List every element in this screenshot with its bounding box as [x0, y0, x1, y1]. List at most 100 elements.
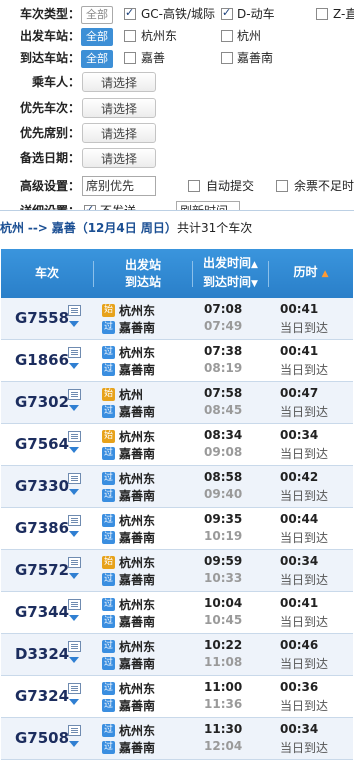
expand-arrow-icon[interactable]: [69, 321, 79, 327]
train-detail-icon[interactable]: [68, 683, 81, 694]
to-type-badge: 过: [102, 741, 115, 754]
train-number[interactable]: G7386: [15, 519, 69, 537]
departure-time: 10:04: [204, 596, 243, 610]
arrival-time: 10:45: [204, 613, 243, 627]
header-times[interactable]: 出发时间▲ 到达时间▼: [193, 249, 268, 298]
train-number[interactable]: G7324: [15, 687, 69, 705]
sort-up-icon[interactable]: ▲: [251, 260, 258, 270]
table-row[interactable]: G7564 始杭州东过嘉善南 08:34 09:08 00:34 当日到达: [1, 424, 353, 466]
train-detail-icon[interactable]: [68, 347, 81, 358]
table-row[interactable]: G1866 过杭州东过嘉善南 07:38 08:19 00:41 当日到达: [1, 340, 353, 382]
train-detail-icon[interactable]: [68, 725, 81, 736]
header-duration[interactable]: 历时 ▲: [269, 249, 353, 298]
train-number[interactable]: G1866: [15, 351, 69, 369]
expand-arrow-icon[interactable]: [69, 363, 79, 369]
train-number[interactable]: G7302: [15, 393, 69, 411]
passenger-row: 乘车人： 请选择: [0, 71, 354, 93]
to-type-badge: 过: [102, 657, 115, 670]
z-label: Z-直: [333, 7, 354, 21]
table-row[interactable]: G7508 过杭州东过嘉善南 11:30 12:04 00:34 当日到达: [1, 718, 353, 760]
to-js-checkbox[interactable]: [124, 52, 136, 64]
table-row[interactable]: G7558 始杭州东过嘉善南 07:08 07:49 00:41 当日到达: [1, 298, 353, 340]
train-detail-icon[interactable]: [68, 305, 81, 316]
to-station: 嘉善南: [119, 573, 156, 587]
to-all-button[interactable]: 全部: [81, 50, 113, 68]
arrival-day: 当日到达: [280, 321, 329, 335]
insufficient-checkbox[interactable]: [276, 180, 288, 192]
expand-arrow-icon[interactable]: [69, 573, 79, 579]
expand-arrow-icon[interactable]: [69, 531, 79, 537]
sort-down-icon[interactable]: ▼: [251, 279, 258, 289]
table-row[interactable]: G7386 过杭州东过嘉善南 09:35 10:19 00:44 当日到达: [1, 508, 353, 550]
passenger-label: 乘车人：: [31, 75, 80, 89]
table-row[interactable]: G7572 始杭州东过嘉善南 09:59 10:33 00:34 当日到达: [1, 550, 353, 592]
d-checkbox[interactable]: [221, 6, 233, 20]
detail-checkbox[interactable]: [84, 203, 96, 210]
preferred-seat-row: 优先席别： 请选择: [0, 122, 354, 144]
z-checkbox[interactable]: [316, 8, 328, 20]
train-number[interactable]: G7508: [15, 729, 69, 747]
gc-checkbox[interactable]: [124, 6, 136, 20]
from-station: 杭州东: [119, 598, 156, 612]
departure-time: 08:58: [204, 470, 243, 484]
train-detail-icon[interactable]: [68, 641, 81, 652]
duration: 00:41: [280, 302, 319, 316]
priority-select[interactable]: 席别优先: [82, 176, 156, 196]
train-list: G7558 始杭州东过嘉善南 07:08 07:49 00:41 当日到达 G1866 过杭州…: [1, 298, 353, 760]
train-number[interactable]: G7564: [15, 435, 69, 453]
preferred-train-button[interactable]: 请选择: [82, 98, 156, 118]
expand-arrow-icon[interactable]: [69, 405, 79, 411]
table-row[interactable]: G7344 过杭州东过嘉善南 10:04 10:45 00:41 当日到达: [1, 592, 353, 634]
expand-arrow-icon[interactable]: [69, 657, 79, 663]
expand-arrow-icon[interactable]: [69, 615, 79, 621]
train-detail-icon[interactable]: [68, 389, 81, 400]
header-dep-label: 出发时间: [203, 255, 252, 270]
arrival-day: 当日到达: [280, 363, 329, 377]
to-type-badge: 过: [102, 699, 115, 712]
table-row[interactable]: G7302 始杭州过嘉善南 07:58 08:45 00:47 当日到达: [1, 382, 353, 424]
preferred-seat-button[interactable]: 请选择: [82, 123, 156, 143]
train-type-all-button[interactable]: 全部: [81, 6, 113, 24]
from-hz-checkbox[interactable]: [221, 30, 233, 42]
sort-asc-icon[interactable]: ▲: [322, 269, 329, 279]
from-station: 杭州东: [119, 430, 156, 444]
train-number[interactable]: G7558: [15, 309, 69, 327]
to-jsn-checkbox[interactable]: [221, 52, 233, 64]
header-arr-label: 到达时间: [203, 274, 252, 289]
filter-panel: 车次类型： 全部 GC-高铁/城际 D-动车 Z-直 出发车站： 全部 杭州东 …: [0, 0, 354, 211]
to-station-label: 到达车站：: [19, 51, 80, 65]
arrival-time: 09:40: [204, 487, 243, 501]
from-station: 杭州东: [119, 682, 156, 696]
train-detail-icon[interactable]: [68, 557, 81, 568]
train-detail-icon[interactable]: [68, 515, 81, 526]
train-number[interactable]: G7330: [15, 477, 69, 495]
train-detail-icon[interactable]: [68, 473, 81, 484]
passenger-select-button[interactable]: 请选择: [82, 72, 156, 92]
duration: 00:47: [280, 386, 319, 400]
train-detail-icon[interactable]: [68, 431, 81, 442]
train-detail-icon[interactable]: [68, 599, 81, 610]
expand-arrow-icon[interactable]: [69, 447, 79, 453]
departure-time: 09:59: [204, 554, 243, 568]
arrival-day: 当日到达: [280, 447, 329, 461]
to-jsn-label: 嘉善南: [237, 51, 274, 65]
arrival-day: 当日到达: [280, 489, 329, 503]
table-row[interactable]: G7324 过杭州东过嘉善南 11:00 11:36 00:36 当日到达: [1, 676, 353, 718]
from-type-badge: 始: [102, 304, 115, 317]
auto-submit-checkbox[interactable]: [188, 180, 200, 192]
from-hzd-checkbox[interactable]: [124, 30, 136, 42]
train-number[interactable]: G7344: [15, 603, 69, 621]
expand-arrow-icon[interactable]: [69, 489, 79, 495]
expand-arrow-icon[interactable]: [69, 741, 79, 747]
expand-arrow-icon[interactable]: [69, 699, 79, 705]
train-number[interactable]: D3324: [15, 645, 69, 663]
header-train[interactable]: 车次: [1, 249, 93, 298]
alt-date-button[interactable]: 请选择: [82, 148, 156, 168]
from-type-badge: 过: [102, 724, 115, 737]
table-row[interactable]: D3324 过杭州东过嘉善南 10:22 11:08 00:46 当日到达: [1, 634, 353, 676]
refresh-select[interactable]: 刷新时间: [176, 201, 240, 210]
from-all-button[interactable]: 全部: [81, 28, 113, 46]
train-number[interactable]: G7572: [15, 561, 69, 579]
to-type-badge: 过: [102, 405, 115, 418]
table-row[interactable]: G7330 过杭州东过嘉善南 08:58 09:40 00:42 当日到达: [1, 466, 353, 508]
